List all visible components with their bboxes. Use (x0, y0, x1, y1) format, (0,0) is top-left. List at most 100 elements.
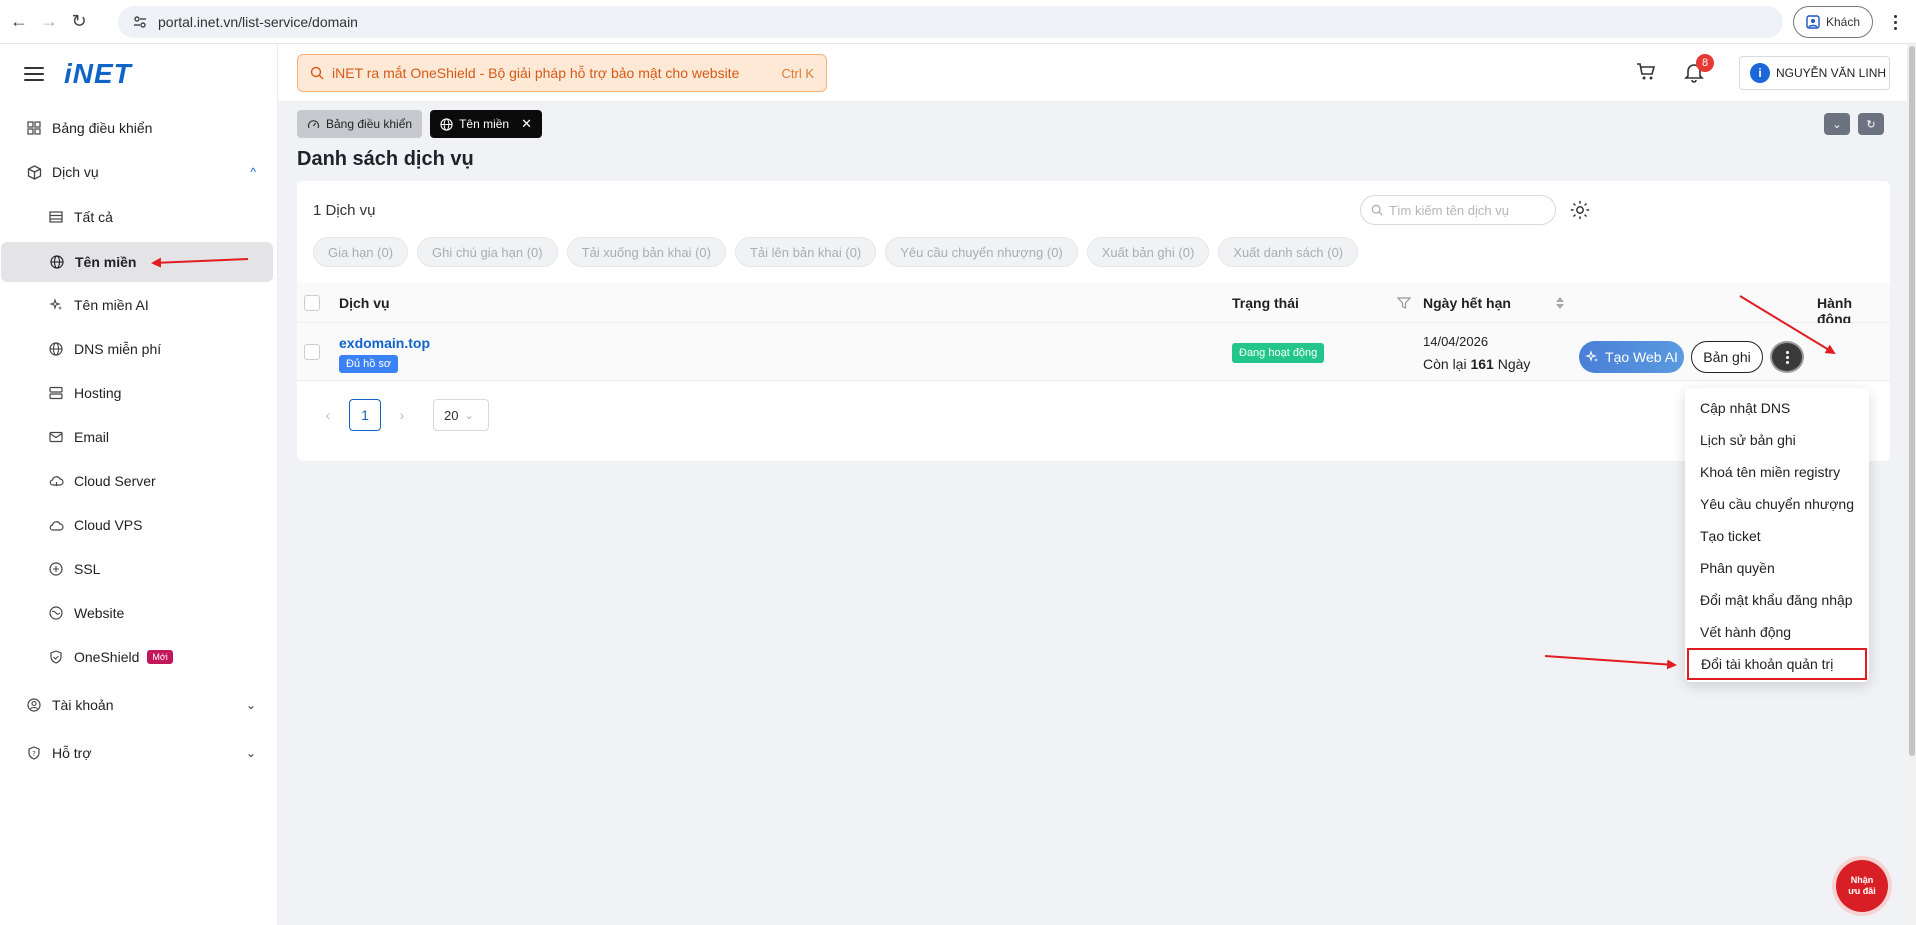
support-icon: ? (26, 745, 42, 761)
row-checkbox[interactable] (304, 344, 320, 360)
speedometer-icon (307, 119, 320, 128)
records-button[interactable]: Bản ghi (1691, 341, 1763, 373)
page-number[interactable]: 1 (349, 399, 381, 431)
menu-item-transfer-request[interactable]: Yêu cầu chuyển nhượng (1685, 488, 1869, 520)
menu-item-record-history[interactable]: Lịch sử bản ghi (1685, 424, 1869, 456)
menu-item-change-password[interactable]: Đổi mật khẩu đăng nhập (1685, 584, 1869, 616)
sort-icon[interactable] (1555, 296, 1565, 310)
promo-shortcut: Ctrl K (781, 65, 815, 81)
renew-button[interactable]: Gia hạn (0) (313, 237, 409, 267)
guest-profile-button[interactable]: Khách (1793, 6, 1873, 38)
column-status: Trạng thái (1232, 295, 1299, 311)
collapse-tabs-button[interactable]: ⌄ (1824, 113, 1850, 135)
sidebar-item-domain[interactable]: Tên miền (1, 242, 273, 282)
sparkle-icon (1585, 350, 1599, 362)
cloud-icon (48, 517, 64, 533)
gear-icon[interactable] (1569, 199, 1591, 221)
renew-note-button[interactable]: Ghi chú gia hạn (0) (417, 237, 558, 267)
cart-icon[interactable] (1634, 60, 1658, 84)
domain-link[interactable]: exdomain.top (339, 335, 430, 351)
address-bar[interactable]: portal.inet.vn/list-service/domain (118, 6, 1783, 38)
sidebar-item-label: Email (74, 429, 110, 445)
user-menu-button[interactable]: i NGUYỄN VĂN LINH (1739, 56, 1890, 90)
menu-item-action-log[interactable]: Vết hành động (1685, 616, 1869, 648)
more-actions-button[interactable] (1770, 341, 1804, 373)
browser-toolbar: ← → ↻ portal.inet.vn/list-service/domain… (0, 0, 1916, 44)
menu-item-change-admin-account[interactable]: Đổi tài khoản quản trị (1687, 648, 1867, 680)
guest-label: Khách (1825, 15, 1861, 29)
list-icon (48, 209, 64, 225)
sidebar-item-label: Dịch vụ (52, 164, 99, 180)
offer-line-2: ưu đãi (1848, 886, 1876, 896)
chevron-down-icon: ⌄ (245, 746, 256, 760)
search-icon (310, 66, 324, 80)
reload-icon[interactable]: ↻ (64, 7, 94, 37)
prev-page-icon[interactable]: ‹ (313, 400, 343, 430)
close-icon[interactable]: ✕ (521, 116, 532, 132)
forward-icon[interactable]: → (34, 7, 64, 37)
avatar: i (1750, 63, 1770, 83)
sidebar-item-label: Tất cả (74, 209, 113, 225)
menu-item-update-dns[interactable]: Cập nhật DNS (1685, 392, 1869, 424)
sidebar-item-website[interactable]: Website (0, 593, 278, 633)
tab-dashboard[interactable]: Bảng điều khiển (297, 110, 423, 138)
table-header: Dịch vụ Trạng thái Ngày hết hạn Hành độn… (297, 283, 1890, 327)
status-badge: Đang hoạt động (1232, 343, 1325, 363)
select-all-checkbox[interactable] (304, 295, 320, 311)
menu-item-registry-lock[interactable]: Khoá tên miền registry (1685, 456, 1869, 488)
sidebar-item-ssl[interactable]: SSL (0, 549, 278, 589)
service-search-field[interactable] (1360, 195, 1556, 225)
sidebar-item-hosting[interactable]: Hosting (0, 373, 278, 413)
promo-search-bar[interactable]: iNET ra mắt OneShield - Bộ giải pháp hỗ … (297, 54, 827, 92)
main-content: iNET ra mắt OneShield - Bộ giải pháp hỗ … (278, 44, 1916, 925)
sidebar-item-free-dns[interactable]: DNS miễn phí (0, 329, 278, 369)
service-list-card: 1 Dịch vụ Gia hạn (0) Ghi chú gia hạn (0… (297, 181, 1890, 521)
sidebar-item-services[interactable]: Dịch vụ ^ (0, 152, 278, 192)
page-title: Danh sách dịch vụ (297, 148, 474, 170)
upload-declaration-button[interactable]: Tải lên bản khai (0) (734, 237, 877, 267)
site-info-icon[interactable] (132, 14, 148, 30)
page-size-select[interactable]: 20 ⌄ (433, 399, 489, 431)
dashboard-icon (26, 120, 42, 136)
menu-item-permissions[interactable]: Phân quyền (1685, 552, 1869, 584)
filter-icon[interactable] (1397, 296, 1411, 310)
document-status-badge: Đủ hồ sơ (339, 355, 399, 373)
search-input[interactable] (1389, 202, 1549, 218)
sidebar-item-dashboard[interactable]: Bảng điều khiển (0, 108, 278, 148)
sidebar-item-email[interactable]: Email (0, 417, 278, 457)
brand-logo[interactable]: iNET (64, 58, 132, 90)
sidebar-item-domain-ai[interactable]: Tên miền AI (0, 285, 278, 325)
tab-label: Bảng điều khiển (326, 117, 413, 131)
browser-menu-icon[interactable] (1885, 10, 1905, 34)
website-icon (48, 605, 64, 621)
globe-icon (49, 254, 65, 270)
sidebar-item-cloud-vps[interactable]: Cloud VPS (0, 505, 278, 545)
sidebar-item-account[interactable]: Tài khoản ⌄ (0, 685, 278, 725)
cloud-icon (48, 473, 64, 489)
create-web-ai-button[interactable]: Tạo Web AI (1579, 341, 1684, 373)
transfer-request-button[interactable]: Yêu cầu chuyển nhượng (0) (885, 237, 1078, 267)
page-scrollbar-thumb[interactable] (1909, 46, 1915, 756)
tab-domain[interactable]: Tên miền ✕ (430, 110, 543, 138)
sidebar-item-cloud-server[interactable]: Cloud Server (0, 461, 278, 501)
profile-icon (1806, 15, 1820, 29)
next-page-icon[interactable]: › (387, 400, 417, 430)
back-icon[interactable]: ← (4, 7, 34, 37)
hamburger-icon[interactable] (24, 67, 44, 81)
new-badge: Mới (147, 650, 173, 664)
expiry-date: 14/04/2026 (1423, 334, 1489, 349)
sidebar-item-label: Hỗ trợ (52, 745, 92, 761)
page-size-value: 20 (444, 407, 459, 423)
download-declaration-button[interactable]: Tải xuống bản khai (0) (566, 237, 726, 267)
export-list-button[interactable]: Xuất danh sách (0) (1218, 237, 1359, 267)
sidebar-item-all[interactable]: Tất cả (0, 197, 278, 237)
refresh-button[interactable]: ↻ (1858, 113, 1884, 135)
sidebar-item-label: OneShield (74, 649, 140, 665)
sidebar-item-support[interactable]: ? Hỗ trợ ⌄ (0, 733, 278, 773)
sidebar-item-label: Bảng điều khiển (52, 120, 153, 136)
offer-floating-button[interactable]: Nhận ưu đãi (1836, 860, 1888, 912)
chevron-down-icon: ⌄ (464, 409, 474, 422)
menu-item-create-ticket[interactable]: Tạo ticket (1685, 520, 1869, 552)
sidebar-item-oneshield[interactable]: OneShield Mới (0, 637, 278, 677)
export-records-button[interactable]: Xuất bản ghi (0) (1086, 237, 1210, 267)
